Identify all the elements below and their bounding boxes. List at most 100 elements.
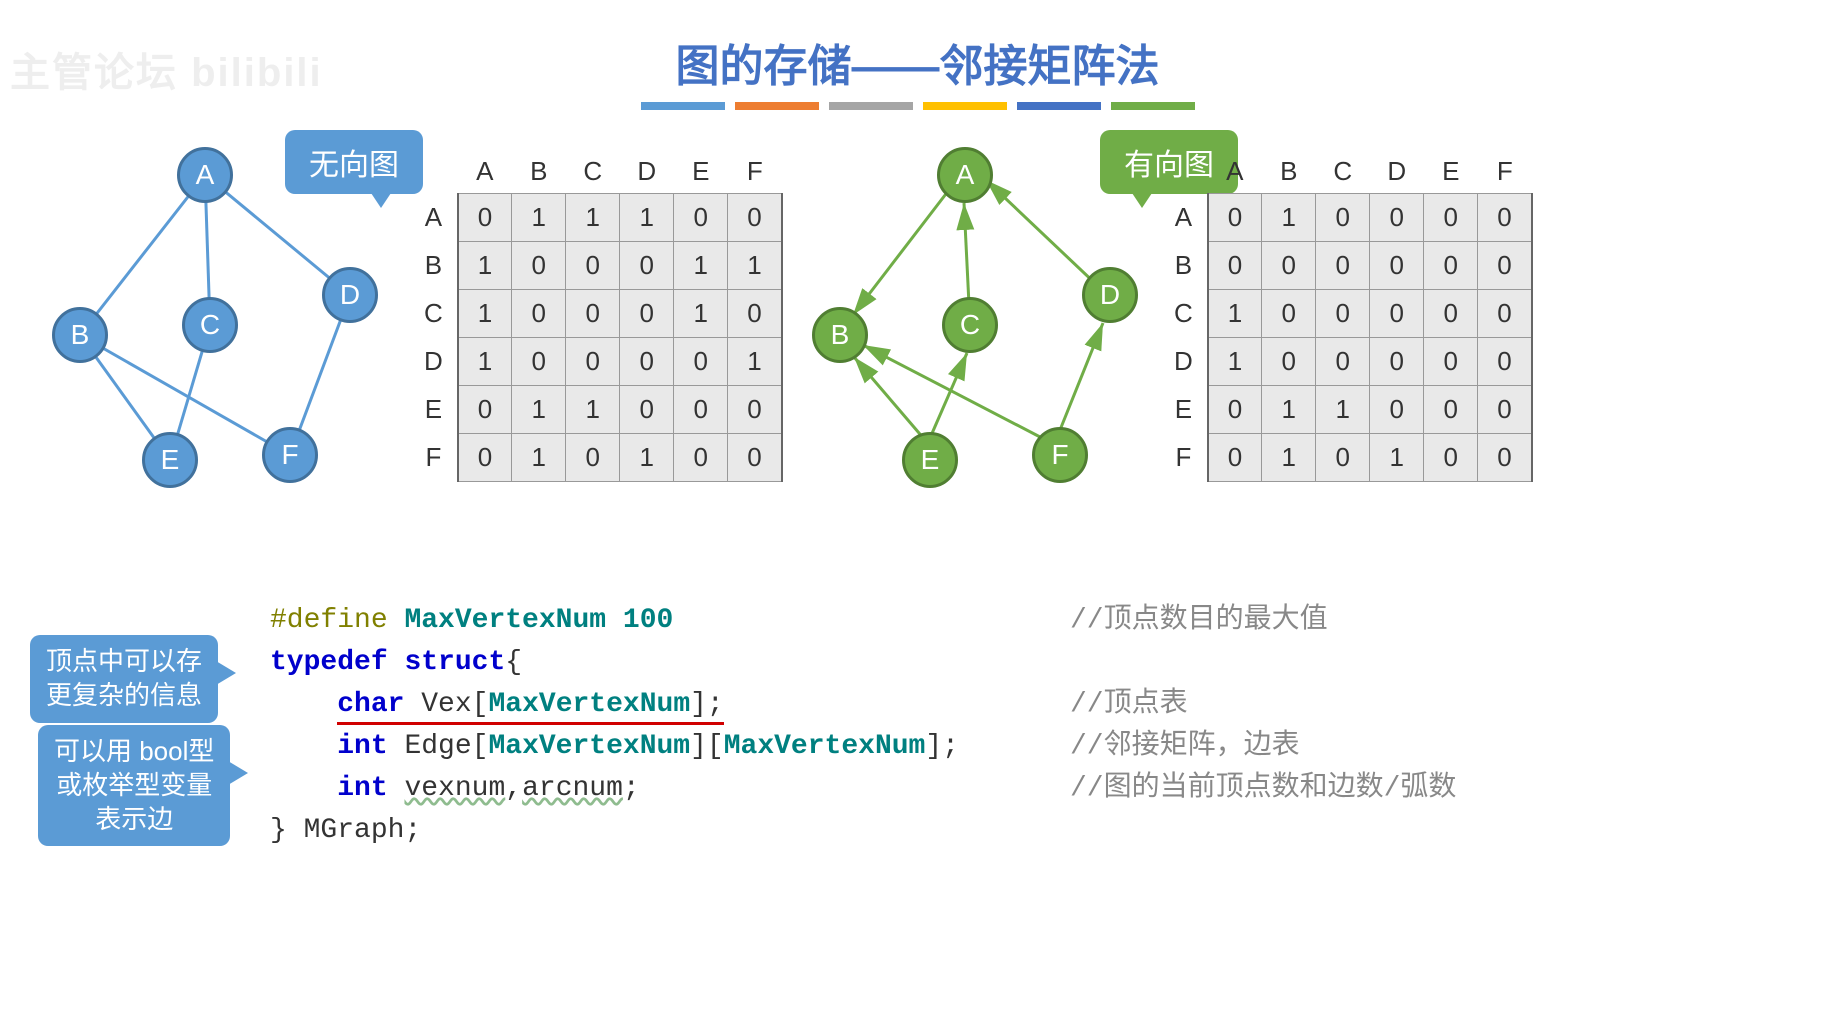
code-mvn: MaxVertexNum	[488, 689, 690, 720]
cell: 0	[728, 386, 782, 434]
code-brace: }	[270, 815, 287, 846]
annot-bool-edge: 可以用 bool型 或枚举型变量 表示边	[38, 725, 230, 846]
cell: 1	[566, 194, 620, 242]
comment-3: //邻接矩阵，边表	[1070, 726, 1456, 768]
node-a: A	[937, 147, 993, 203]
cell: 0	[1424, 290, 1478, 338]
watermark: 主管论坛 bilibili	[10, 40, 323, 98]
row-hdr: E	[410, 386, 458, 434]
col-hdr: B	[512, 150, 566, 194]
cell: 1	[512, 194, 566, 242]
code-macro-val: 100	[623, 605, 673, 636]
col-hdr: E	[674, 150, 728, 194]
cell: 0	[728, 194, 782, 242]
cell: 0	[1478, 290, 1532, 338]
code-br: ][	[690, 731, 724, 762]
cell: 0	[1478, 194, 1532, 242]
cell: 0	[1316, 338, 1370, 386]
bar-6	[1111, 102, 1195, 110]
col-hdr: D	[1370, 150, 1424, 194]
code-arcnum: arcnum	[522, 773, 623, 804]
cell: 0	[1262, 290, 1316, 338]
node-e: E	[902, 432, 958, 488]
cell: 0	[1478, 338, 1532, 386]
code-char: char	[337, 689, 404, 720]
node-f: F	[262, 427, 318, 483]
cell: 0	[1478, 242, 1532, 290]
code-typedef: typedef	[270, 647, 388, 678]
node-e: E	[142, 432, 198, 488]
cell: 1	[728, 338, 782, 386]
row-hdr: E	[1160, 386, 1208, 434]
content-area: A B C D E F ABCDEF A011100 B100011 C1000…	[0, 120, 1835, 570]
code-int: int	[337, 773, 387, 804]
node-b: B	[52, 307, 108, 363]
matrix-undirected: ABCDEF A011100 B100011 C100010 D100001 E…	[410, 150, 783, 482]
cell: 0	[1424, 386, 1478, 434]
node-d: D	[322, 267, 378, 323]
row-hdr: F	[1160, 434, 1208, 482]
row-hdr: D	[1160, 338, 1208, 386]
cell: 0	[674, 338, 728, 386]
col-hdr: C	[566, 150, 620, 194]
row-hdr: A	[410, 194, 458, 242]
cell: 0	[1370, 386, 1424, 434]
cell: 1	[458, 338, 512, 386]
cell: 1	[620, 434, 674, 482]
cell: 1	[620, 194, 674, 242]
cell: 1	[1370, 434, 1424, 482]
comment-1: //顶点数目的最大值	[1070, 600, 1456, 642]
comment-2: //顶点表	[1070, 684, 1456, 726]
cell: 1	[674, 290, 728, 338]
cell: 0	[1370, 242, 1424, 290]
col-hdr: A	[1208, 150, 1262, 194]
cell: 0	[1424, 242, 1478, 290]
cell: 1	[1262, 194, 1316, 242]
cell: 0	[620, 386, 674, 434]
code-block: #define MaxVertexNum 100 typedef struct{…	[270, 600, 959, 852]
cell: 0	[1316, 242, 1370, 290]
col-hdr: E	[1424, 150, 1478, 194]
node-c: C	[182, 297, 238, 353]
cell: 0	[1316, 434, 1370, 482]
cell: 1	[512, 434, 566, 482]
cell: 0	[566, 434, 620, 482]
node-c: C	[942, 297, 998, 353]
code-comments: //顶点数目的最大值 //顶点表 //邻接矩阵，边表 //图的当前顶点数和边数/…	[1070, 600, 1456, 810]
cell: 0	[674, 434, 728, 482]
code-edge: Edge[	[404, 731, 488, 762]
cell: 0	[1208, 434, 1262, 482]
row-hdr: B	[410, 242, 458, 290]
code-brace: {	[505, 647, 522, 678]
node-f: F	[1032, 427, 1088, 483]
bar-1	[641, 102, 725, 110]
cell: 0	[566, 290, 620, 338]
row-hdr: B	[1160, 242, 1208, 290]
cell: 0	[1478, 434, 1532, 482]
cell: 0	[566, 338, 620, 386]
cell: 0	[1424, 194, 1478, 242]
cell: 0	[512, 290, 566, 338]
cell: 0	[1316, 194, 1370, 242]
row-hdr: A	[1160, 194, 1208, 242]
node-d: D	[1082, 267, 1138, 323]
cell: 0	[566, 242, 620, 290]
code-semi: ;	[623, 773, 640, 804]
code-mvn: MaxVertexNum	[488, 731, 690, 762]
code-mvn: MaxVertexNum	[724, 731, 926, 762]
matrix-directed: ABCDEF A010000 B000000 C100000 D100000 E…	[1160, 150, 1533, 482]
cell: 0	[458, 194, 512, 242]
cell: 0	[1424, 434, 1478, 482]
cell: 0	[620, 290, 674, 338]
code-br: [	[472, 689, 489, 720]
cell: 0	[512, 338, 566, 386]
cell: 1	[512, 386, 566, 434]
accent-bars	[0, 102, 1835, 110]
cell: 0	[674, 194, 728, 242]
cell: 0	[1208, 386, 1262, 434]
cell: 1	[674, 242, 728, 290]
code-mgraph: MGraph;	[304, 815, 422, 846]
code-vexnum: vexnum	[404, 773, 505, 804]
col-hdr: D	[620, 150, 674, 194]
col-hdr: A	[458, 150, 512, 194]
